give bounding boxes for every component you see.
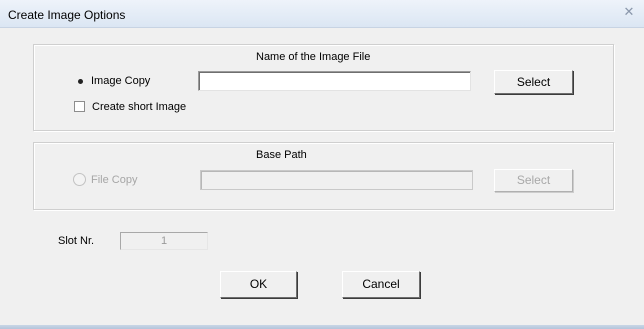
base-path-header: Base Path — [256, 149, 307, 161]
window-bottom-border — [0, 325, 644, 329]
create-short-image-checkbox[interactable] — [74, 101, 85, 112]
base-path-select-button-label: Select — [516, 173, 551, 187]
image-file-name-input[interactable] — [198, 71, 471, 91]
window-title: Create Image Options — [8, 8, 126, 22]
ok-button[interactable]: OK — [220, 271, 297, 298]
image-copy-radio[interactable] — [73, 74, 86, 87]
file-copy-label[interactable]: File Copy — [91, 174, 137, 186]
file-copy-radio[interactable] — [73, 173, 86, 186]
image-copy-label[interactable]: Image Copy — [91, 75, 150, 87]
radio-selected-dot — [78, 79, 83, 84]
create-image-options-dialog: Create Image Options ✕ Name of the Image… — [0, 0, 644, 329]
title-bar[interactable]: Create Image Options ✕ — [0, 0, 644, 28]
create-short-image-label[interactable]: Create short Image — [92, 101, 186, 113]
cancel-button-label: Cancel — [362, 277, 400, 291]
slot-nr-field[interactable]: 1 — [120, 232, 208, 250]
ok-button-label: OK — [249, 277, 268, 291]
base-path-select-button[interactable]: Select — [494, 169, 573, 192]
slot-nr-label: Slot Nr. — [58, 235, 95, 247]
image-select-button-label: Select — [516, 75, 551, 89]
cancel-button[interactable]: Cancel — [342, 271, 420, 298]
close-icon[interactable]: ✕ — [620, 4, 638, 20]
image-file-header: Name of the Image File — [256, 51, 371, 63]
image-select-button[interactable]: Select — [494, 70, 573, 94]
base-path-input[interactable] — [200, 170, 473, 190]
